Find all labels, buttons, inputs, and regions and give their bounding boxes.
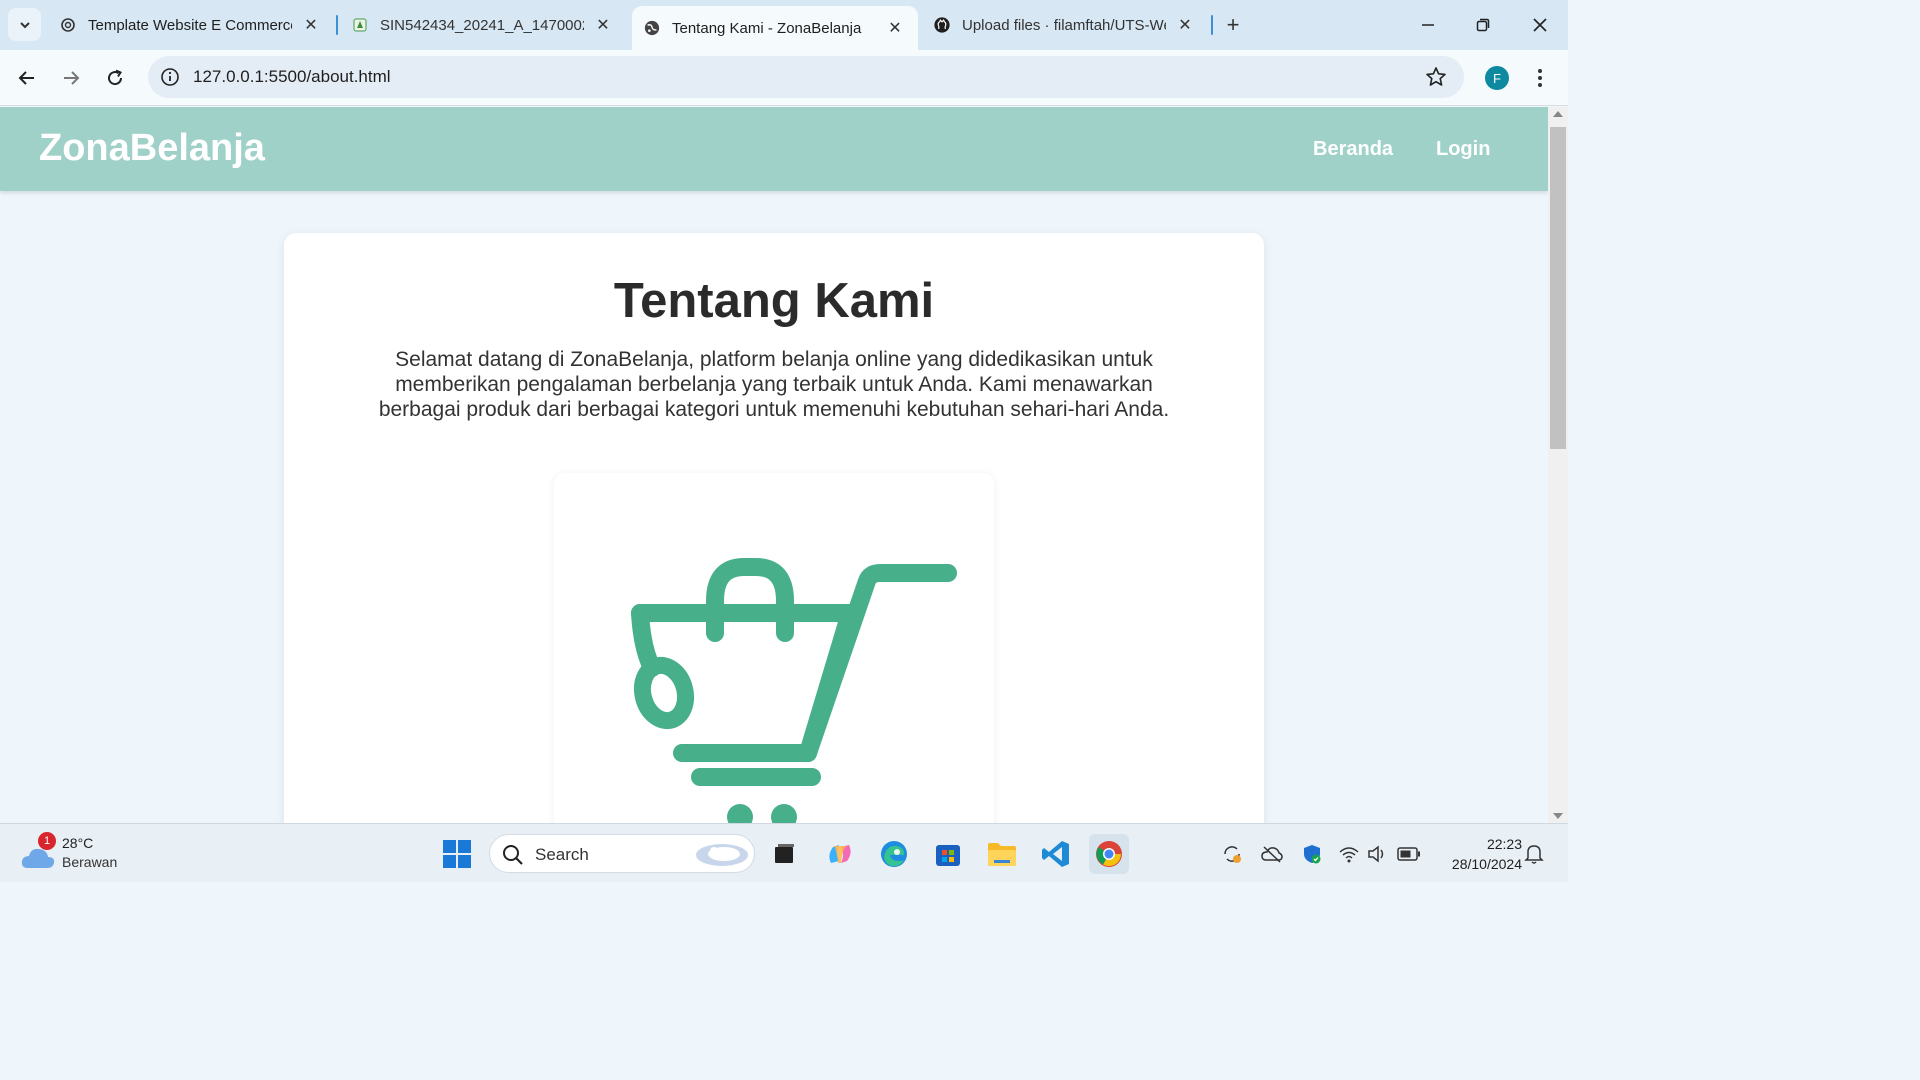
browser-toolbar: 127.0.0.1:5500/about.html F <box>0 50 1568 106</box>
chrome-button[interactable] <box>1089 834 1129 874</box>
restore-button[interactable] <box>1465 8 1501 42</box>
folder-icon <box>988 843 1016 866</box>
wifi-icon[interactable] <box>1337 842 1361 866</box>
scroll-down-arrow-icon[interactable] <box>1553 813 1563 819</box>
tab-template-website[interactable]: Template Website E Commerce ✕ <box>48 6 334 44</box>
tab-separator <box>336 15 338 35</box>
tab-separator <box>1211 15 1213 35</box>
bookmark-star-icon[interactable] <box>1424 65 1448 89</box>
url-text[interactable]: 127.0.0.1:5500/about.html <box>193 67 391 87</box>
edge-button[interactable] <box>874 834 914 874</box>
shopping-cart-icon <box>631 558 957 823</box>
copilot-button[interactable] <box>820 834 860 874</box>
edge-icon <box>881 841 907 867</box>
taskbar-search[interactable]: Search <box>489 834 755 873</box>
weather-widget[interactable]: 1 28°C Berawan <box>20 832 130 874</box>
windows-logo-icon <box>443 840 471 868</box>
start-button[interactable] <box>437 834 477 874</box>
about-description: Selamat datang di ZonaBelanja, platform … <box>378 348 1170 421</box>
globe-icon <box>644 20 660 36</box>
clock-time: 22:23 <box>1486 836 1522 852</box>
nav-link-beranda[interactable]: Beranda <box>1313 138 1393 161</box>
back-button[interactable] <box>11 62 43 94</box>
page-scrollbar[interactable] <box>1548 107 1568 823</box>
arrow-left-icon <box>18 71 34 85</box>
about-image <box>554 473 994 823</box>
browser-menu-button[interactable] <box>1528 64 1552 92</box>
page-viewport: ZonaBelanja Beranda Login Tentang Kami S… <box>0 107 1548 823</box>
dot <box>1538 83 1542 87</box>
close-tab-icon[interactable]: ✕ <box>300 14 322 36</box>
tab-upload-files[interactable]: Upload files · filamftah/UTS-We ✕ <box>922 6 1208 44</box>
chevron-down-icon <box>19 21 30 28</box>
windows-taskbar: 1 28°C Berawan Search 22:23 28/10/2024 <box>0 823 1568 882</box>
weather-condition: Berawan <box>62 854 118 870</box>
tab-sin542434[interactable]: SIN542434_20241_A_14700026 ✕ <box>340 6 626 44</box>
dot <box>1538 76 1542 80</box>
task-view-button[interactable] <box>764 834 804 874</box>
minimize-button[interactable] <box>1410 8 1446 42</box>
file-explorer-button[interactable] <box>982 834 1022 874</box>
sync-tray-icon[interactable] <box>1220 842 1244 866</box>
vscode-button[interactable] <box>1036 834 1076 874</box>
forward-button[interactable] <box>55 62 87 94</box>
reload-button[interactable] <box>99 62 131 94</box>
scroll-up-arrow-icon[interactable] <box>1553 111 1563 117</box>
store-icon <box>936 845 960 866</box>
onedrive-tray-icon[interactable] <box>1260 842 1284 866</box>
dot <box>1538 69 1542 73</box>
address-bar[interactable]: 127.0.0.1:5500/about.html <box>148 56 1464 98</box>
github-icon <box>934 17 950 33</box>
security-shield-icon[interactable] <box>1300 842 1324 866</box>
about-card: Tentang Kami Selamat datang di ZonaBelan… <box>284 233 1264 823</box>
arrow-right-icon <box>64 71 80 85</box>
notification-bell-icon[interactable] <box>1522 842 1546 866</box>
tab-tentang-kami[interactable]: Tentang Kami - ZonaBelanja ✕ <box>632 6 918 50</box>
task-view-icon <box>775 844 794 863</box>
battery-icon[interactable] <box>1397 842 1421 866</box>
clock-date: 28/10/2024 <box>1451 856 1522 872</box>
system-clock[interactable]: 22:23 28/10/2024 <box>1432 834 1522 874</box>
info-icon[interactable] <box>160 67 180 87</box>
nav-link-login[interactable]: Login <box>1436 138 1490 161</box>
notification-badge: 1 <box>38 832 56 850</box>
weather-temperature: 28°C <box>62 835 94 851</box>
store-button[interactable] <box>928 834 968 874</box>
site-header: ZonaBelanja Beranda Login <box>0 107 1548 191</box>
tab-search-button[interactable] <box>8 8 41 41</box>
copilot-icon <box>829 845 851 863</box>
openai-icon <box>60 17 76 33</box>
site-logo[interactable]: ZonaBelanja <box>39 127 265 170</box>
close-window-button[interactable] <box>1522 8 1558 42</box>
vscode-icon <box>1042 841 1069 867</box>
campus-icon <box>352 17 368 33</box>
scroll-thumb[interactable] <box>1550 127 1566 449</box>
close-tab-icon[interactable]: ✕ <box>1174 14 1196 36</box>
volume-icon[interactable] <box>1366 842 1390 866</box>
restore-icon <box>1476 18 1490 32</box>
search-highlight-icon <box>696 844 748 866</box>
close-tab-icon[interactable]: ✕ <box>884 17 906 39</box>
tab-strip: Template Website E Commerce ✕ SIN542434_… <box>0 0 1568 50</box>
page-title: Tentang Kami <box>613 274 935 328</box>
close-icon <box>1533 18 1547 32</box>
new-tab-button[interactable]: + <box>1218 10 1248 40</box>
chrome-icon <box>1096 841 1122 867</box>
search-icon <box>503 845 523 865</box>
minimize-icon <box>1422 24 1434 26</box>
profile-avatar[interactable]: F <box>1485 66 1509 90</box>
close-tab-icon[interactable]: ✕ <box>592 14 614 36</box>
reload-icon <box>108 69 123 86</box>
